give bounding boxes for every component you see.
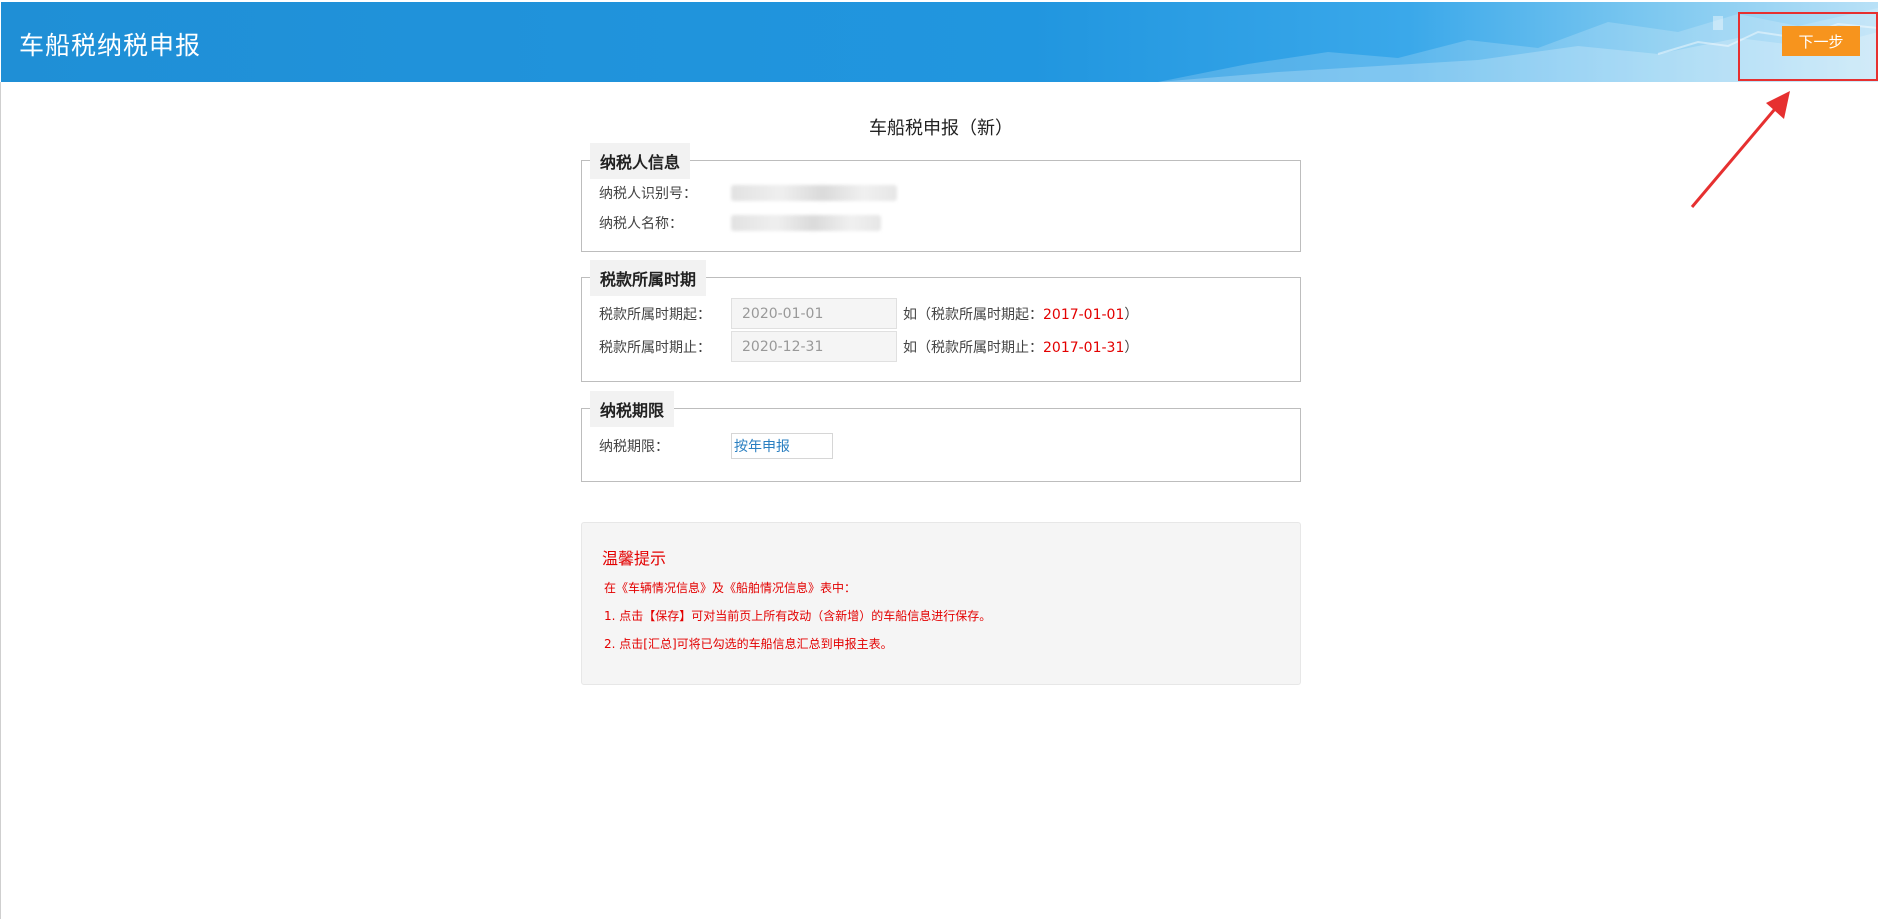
period-start-hint: 如（税款所属时期起：2017-01-01）	[903, 306, 1139, 323]
taxpayer-name-label: 纳税人名称：	[599, 216, 683, 232]
annotation-highlight-box	[1738, 12, 1878, 81]
period-end-input[interactable]: 2020-12-31	[731, 331, 897, 362]
period-end-label: 税款所属时期止：	[599, 339, 711, 356]
taxpayer-name-row: 纳税人名称：	[599, 213, 881, 233]
tips-intro: 在《车辆情况信息》及《船舶情况信息》表中：	[604, 581, 857, 595]
period-start-label: 税款所属时期起：	[599, 306, 711, 323]
period-start-row: 税款所属时期起： 2020-01-01 如（税款所属时期起：2017-01-01…	[599, 298, 1138, 329]
period-end-row: 税款所属时期止： 2020-12-31 如（税款所属时期止：2017-01-31…	[599, 331, 1138, 362]
tax-period-panel: 税款所属时期 税款所属时期起： 2020-01-01 如（税款所属时期起：201…	[581, 260, 1301, 382]
tax-deadline-legend: 纳税期限	[590, 391, 675, 427]
page-title: 车船税申报（新）	[869, 118, 1013, 139]
tax-deadline-label: 纳税期限：	[599, 439, 669, 455]
taxpayer-id-row: 纳税人识别号：	[599, 183, 897, 203]
tips-line-1: 1. 点击【保存】可对当前页上所有改动（含新增）的车船信息进行保存。	[604, 609, 992, 623]
taxpayer-id-redacted	[731, 185, 897, 201]
taxpayer-info-legend: 纳税人信息	[590, 143, 691, 179]
taxpayer-id-label: 纳税人识别号：	[599, 186, 697, 202]
period-end-hint: 如（税款所属时期止：2017-01-31）	[903, 339, 1139, 356]
top-header: 车船税纳税申报	[1, 2, 1878, 82]
taxpayer-name-redacted	[731, 215, 881, 231]
tax-period-legend: 税款所属时期	[590, 260, 707, 296]
period-start-input[interactable]: 2020-01-01	[731, 298, 897, 329]
tips-panel: 温馨提示 在《车辆情况信息》及《船舶情况信息》表中： 1. 点击【保存】可对当前…	[581, 522, 1301, 685]
annotation-arrow-icon	[1690, 91, 1790, 208]
tips-line-2: 2. 点击[汇总]可将已勾选的车船信息汇总到申报主表。	[604, 637, 893, 651]
header-title: 车船税纳税申报	[19, 31, 202, 60]
left-border	[0, 82, 1, 919]
tax-deadline-panel: 纳税期限 纳税期限： 按年申报	[581, 391, 1301, 482]
tax-deadline-select[interactable]: 按年申报	[731, 433, 833, 459]
taxpayer-info-panel: 纳税人信息 纳税人识别号： 纳税人名称：	[581, 143, 1301, 252]
tips-title: 温馨提示	[602, 549, 667, 568]
tax-deadline-row: 纳税期限： 按年申报	[599, 433, 833, 459]
